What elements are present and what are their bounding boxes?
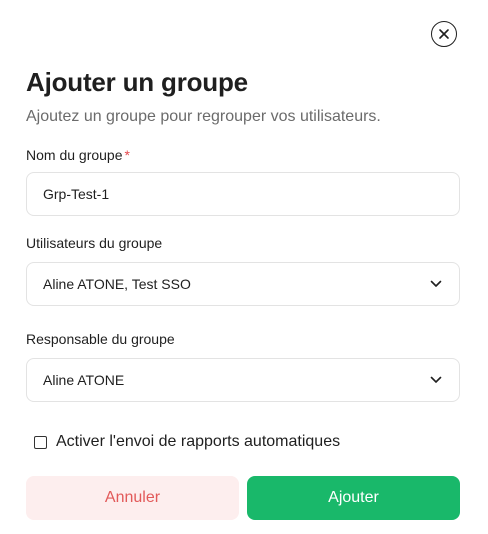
chevron-down-icon — [429, 373, 443, 387]
group-name-value: Grp-Test-1 — [43, 186, 110, 202]
modal-subtitle: Ajoutez un groupe pour regrouper vos uti… — [26, 108, 381, 125]
group-manager-value: Aline ATONE — [43, 372, 125, 388]
auto-reports-checkbox[interactable] — [34, 435, 47, 449]
close-icon — [439, 29, 449, 39]
add-group-modal: Ajouter un groupe Ajoutez un groupe pour… — [0, 0, 488, 534]
group-users-value: Aline ATONE, Test SSO — [43, 276, 191, 292]
group-users-label: Utilisateurs du groupe — [26, 235, 163, 251]
group-name-input[interactable]: Grp-Test-1 — [26, 172, 460, 216]
auto-reports-label[interactable]: Activer l'envoi de rapports automatiques — [56, 431, 340, 453]
auto-reports-option: Activer l'envoi de rapports automatiques — [34, 431, 340, 453]
group-users-select[interactable]: Aline ATONE, Test SSO — [26, 262, 460, 306]
chevron-down-icon — [429, 277, 443, 291]
cancel-button[interactable]: Annuler — [26, 476, 239, 520]
group-manager-label: Responsable du groupe — [26, 331, 175, 347]
group-manager-select[interactable]: Aline ATONE — [26, 358, 460, 402]
group-name-label-text: Nom du groupe — [26, 147, 123, 163]
add-button[interactable]: Ajouter — [247, 476, 460, 520]
group-name-label: Nom du groupe * — [26, 145, 130, 165]
required-mark: * — [124, 147, 130, 163]
modal-title: Ajouter un groupe — [26, 67, 248, 97]
close-button[interactable] — [431, 21, 457, 47]
